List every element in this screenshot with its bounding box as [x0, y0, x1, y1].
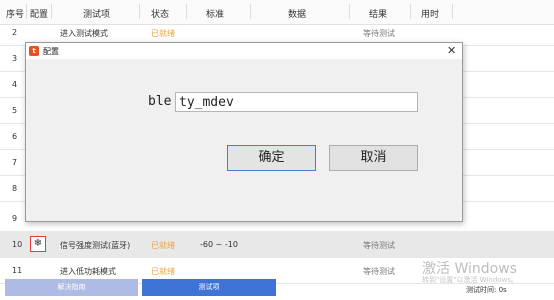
row-index: 8 [12, 184, 18, 193]
table-row-selected[interactable]: 10 ❄ 信号强度测试(蓝牙) 已就绪 -60 ~ -10 等待测试 [0, 231, 554, 258]
dialog-titlebar[interactable]: t 配置 ✕ [26, 43, 462, 59]
row-standard: -60 ~ -10 [200, 240, 238, 249]
row-index: 5 [12, 106, 18, 115]
row-index: 3 [12, 54, 18, 63]
ble-input[interactable] [175, 92, 418, 112]
row-index: 7 [12, 158, 18, 167]
header-divider [51, 4, 52, 19]
config-dialog: t 配置 ✕ ble 确定 取消 [25, 42, 463, 222]
row-test-name: 进入低功耗模式 [60, 267, 116, 276]
row-index: 11 [12, 266, 23, 275]
row-result: 等待测试 [363, 267, 395, 276]
header-divider [186, 4, 187, 19]
dialog-title: 配置 [43, 47, 59, 56]
header-divider [410, 4, 411, 19]
row-index: 2 [12, 28, 18, 37]
header-divider [349, 4, 350, 19]
row-result: 等待测试 [363, 29, 395, 38]
header-divider [250, 4, 251, 19]
test-items-button[interactable]: 测试项 [142, 279, 276, 296]
row-index: 10 [12, 240, 23, 249]
row-status: 已就绪 [151, 267, 175, 276]
row-index: 6 [12, 132, 18, 141]
config-button[interactable]: ❄ [30, 236, 46, 252]
guide-button[interactable]: 解决指南 [5, 279, 138, 296]
row-result: 等待测试 [363, 241, 395, 250]
row-status: 已就绪 [151, 29, 175, 38]
header-divider [452, 4, 453, 19]
ble-label: ble [148, 94, 172, 109]
app-logo-icon: t [29, 46, 39, 56]
cancel-button[interactable]: 取消 [329, 145, 418, 171]
gear-icon: ❄ [33, 238, 43, 249]
row-test-name: 进入测试模式 [60, 29, 108, 38]
header-divider [26, 4, 27, 19]
row-index: 9 [12, 214, 18, 223]
row-status: 已就绪 [151, 241, 175, 250]
confirm-button[interactable]: 确定 [227, 145, 316, 171]
test-time: 测试时间: 0s [466, 286, 507, 294]
activation-watermark-subtitle: 转到"设置"以激活 Windows。 [422, 276, 518, 284]
close-icon[interactable]: ✕ [447, 44, 456, 57]
row-test-name: 信号强度测试(蓝牙) [60, 241, 131, 250]
row-index: 4 [12, 80, 18, 89]
header-divider [139, 4, 140, 19]
